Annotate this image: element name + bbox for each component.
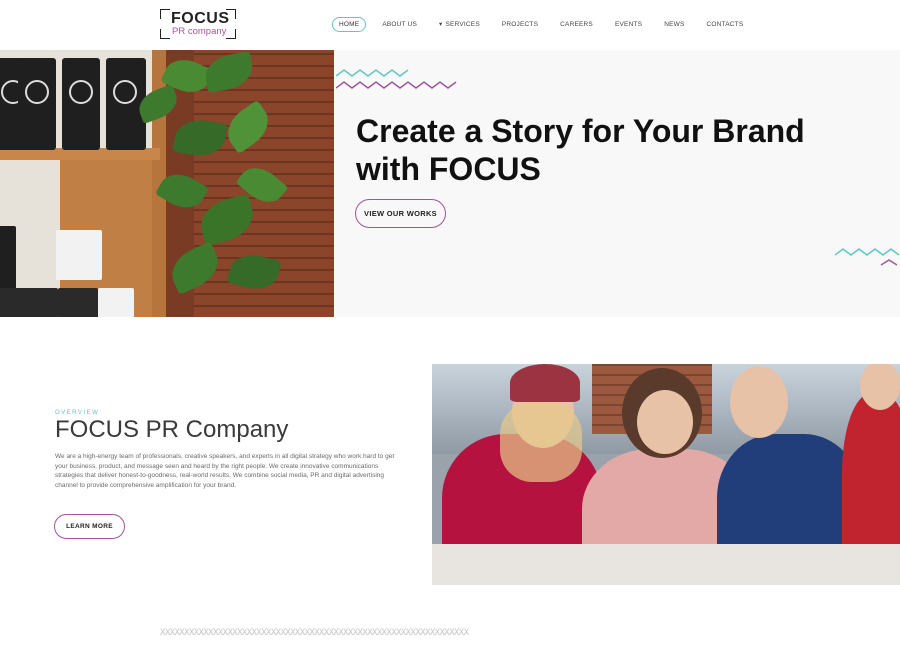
beanie-hat	[510, 364, 580, 402]
zigzag-decoration	[336, 69, 457, 89]
logo[interactable]: FOCUS PR company	[160, 9, 236, 39]
nav-projects[interactable]: PROJECTS	[502, 21, 538, 28]
person-head	[637, 390, 693, 454]
coffee-cup	[0, 288, 58, 317]
coffee-shop-shelf-image	[0, 50, 334, 317]
coffee-cup	[0, 226, 16, 296]
team-meeting-image	[432, 364, 900, 585]
x-pattern-divider: XXXXXXXXXXXXXXXXXXXXXXXXXXXXXXXXXXXXXXXX…	[160, 628, 469, 638]
nav-services-label: SERVICES	[445, 21, 480, 28]
overview-body: We are a high-energy team of professiona…	[55, 453, 395, 489]
hero-title: Create a Story for Your Brand with FOCUS	[356, 113, 805, 187]
learn-more-button[interactable]: LEARN MORE	[54, 514, 125, 539]
zigzag-decoration	[835, 248, 900, 266]
site-header: FOCUS PR company HOME ABOUT US ▾ SERVICES…	[0, 0, 900, 50]
logo-bracket-tl	[160, 9, 170, 19]
person-head	[730, 366, 788, 438]
main-nav: HOME ABOUT US ▾ SERVICES PROJECTS CAREERS…	[332, 16, 765, 32]
nav-news[interactable]: NEWS	[664, 21, 684, 28]
nav-home[interactable]: HOME	[332, 16, 367, 32]
view-our-works-button[interactable]: VIEW OUR WORKS	[355, 199, 446, 228]
overview-title: FOCUS PR Company	[55, 416, 289, 443]
logo-bracket-br	[226, 29, 236, 39]
chevron-down-icon: ▾	[439, 21, 443, 28]
coffee-cup	[56, 230, 102, 280]
coffee-cup	[58, 288, 98, 317]
nav-careers[interactable]: CAREERS	[560, 21, 593, 28]
hero-section: Create a Story for Your Brand with FOCUS…	[0, 50, 900, 317]
nav-events[interactable]: EVENTS	[615, 21, 642, 28]
nav-about-us[interactable]: ABOUT US	[382, 21, 417, 28]
coffee-cup	[98, 288, 134, 317]
nav-contacts[interactable]: CONTACTS	[707, 21, 744, 28]
logo-tagline: PR company	[172, 26, 227, 37]
coffee-bag	[18, 58, 56, 150]
coffee-bag	[62, 58, 100, 150]
nav-services[interactable]: ▾ SERVICES	[439, 20, 480, 28]
hair	[500, 402, 582, 482]
logo-bracket-bl	[160, 29, 170, 39]
table-surface	[432, 544, 900, 585]
